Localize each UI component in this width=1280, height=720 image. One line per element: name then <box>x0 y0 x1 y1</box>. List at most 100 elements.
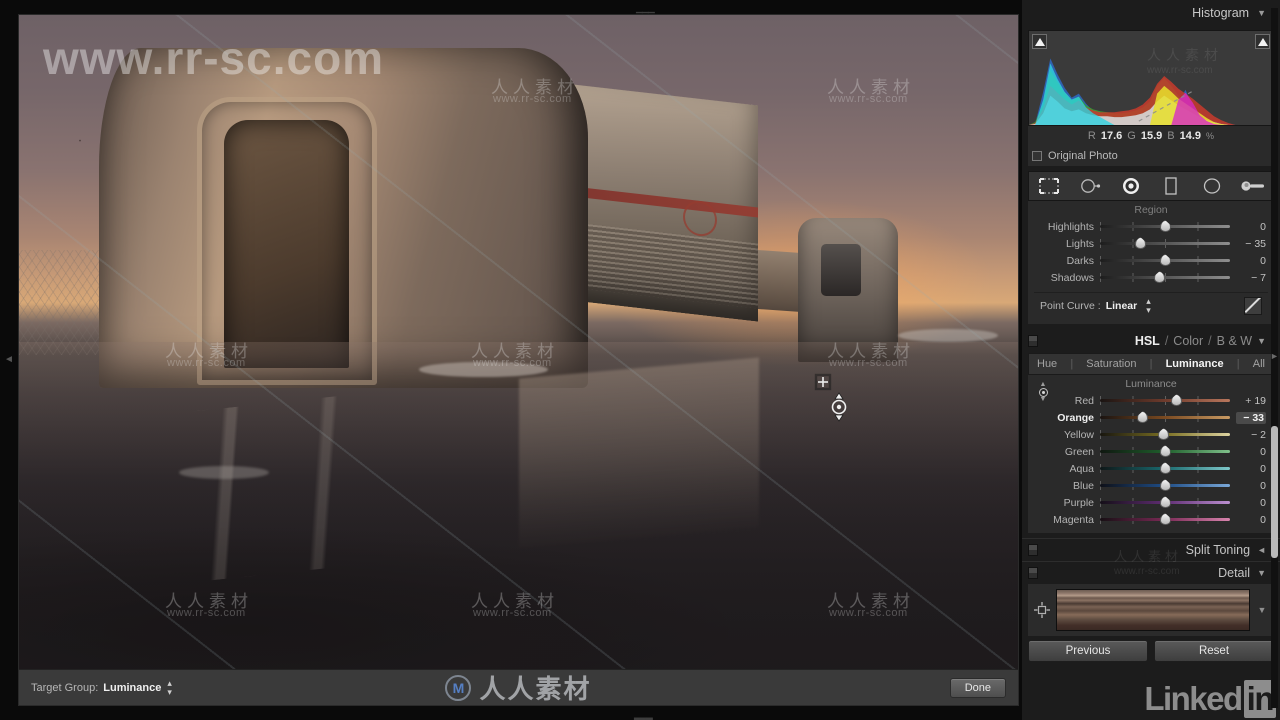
slider-row-orange[interactable]: Orange − 33 <box>1028 409 1274 426</box>
slider-track[interactable] <box>1100 513 1230 525</box>
triangle-down-icon[interactable]: ▼ <box>1257 336 1266 346</box>
detail-panel-body: ▼ <box>1028 584 1274 636</box>
triangle-down-icon[interactable]: ▼ <box>1254 605 1270 615</box>
slider-row-purple[interactable]: Purple 0 <box>1028 494 1274 511</box>
hsl-tab-color[interactable]: Color <box>1173 334 1203 348</box>
point-curve-value[interactable]: Linear <box>1106 300 1138 312</box>
left-panel-collapse-icon[interactable]: ◄ <box>4 350 14 368</box>
slider-value[interactable]: 0 <box>1236 497 1266 509</box>
slider-track[interactable] <box>1100 445 1230 457</box>
slider-row-shadows[interactable]: Shadows − 7 <box>1028 269 1274 286</box>
linkedin-watermark-text: Linked <box>1144 680 1243 717</box>
slider-row-magenta[interactable]: Magenta 0 <box>1028 511 1274 528</box>
hsl-tab-bw[interactable]: B & W <box>1217 334 1252 348</box>
up-down-stepper-icon[interactable]: ▴ ▾ <box>1146 296 1151 315</box>
sharpen-target-icon[interactable] <box>1032 600 1052 620</box>
slider-track[interactable] <box>1100 271 1230 283</box>
histogram-g-label: G <box>1127 130 1136 142</box>
top-panel-collapse-nub[interactable]: ▁▁▁ <box>636 3 655 14</box>
slider-value[interactable]: 0 <box>1236 221 1266 233</box>
slider-track[interactable] <box>1100 237 1230 249</box>
slider-track[interactable] <box>1100 411 1230 423</box>
slider-row-blue[interactable]: Blue 0 <box>1028 477 1274 494</box>
histogram-panel-header[interactable]: Histogram ▼ <box>1022 0 1280 26</box>
slider-value[interactable]: 0 <box>1236 463 1266 475</box>
original-photo-row[interactable]: Original Photo <box>1028 146 1274 166</box>
slider-track[interactable] <box>1100 428 1230 440</box>
slider-row-yellow[interactable]: Yellow − 2 <box>1028 426 1274 443</box>
hsl-separator: / <box>1208 334 1212 348</box>
slider-track[interactable] <box>1100 220 1230 232</box>
hsl-subtab-saturation[interactable]: Saturation <box>1086 358 1136 370</box>
hsl-panel-header[interactable]: HSL / Color / B & W ▼ <box>1022 329 1280 353</box>
slider-track[interactable] <box>1100 479 1230 491</box>
hsl-group-title: Luminance <box>1125 378 1177 390</box>
tone-curve-editor-icon[interactable] <box>1244 296 1262 315</box>
slider-label: Green <box>1064 445 1094 458</box>
slider-value[interactable]: 0 <box>1236 480 1266 492</box>
histogram-title: Histogram <box>1192 6 1250 20</box>
slider-value[interactable]: + 19 <box>1236 395 1266 407</box>
slider-value[interactable]: − 7 <box>1236 272 1266 284</box>
triangle-down-icon[interactable]: ▼ <box>1257 8 1266 18</box>
slider-track[interactable] <box>1100 394 1230 406</box>
slider-row-red[interactable]: Red + 19 <box>1028 392 1274 409</box>
slider-track[interactable] <box>1100 254 1230 266</box>
scrollbar-thumb[interactable] <box>1271 426 1278 558</box>
photo-canvas[interactable]: www.rr-sc.com 人人素材 www.rr-sc.com 人人素材 ww… <box>19 15 1018 669</box>
slider-label: Orange <box>1057 411 1094 424</box>
done-button[interactable]: Done <box>949 677 1006 698</box>
triangle-left-icon[interactable]: ◄ <box>1257 545 1266 555</box>
slider-row-highlights[interactable]: Highlights 0 <box>1028 218 1274 235</box>
spot-removal-icon[interactable] <box>1076 175 1104 197</box>
shadow-clipping-triangle-icon[interactable] <box>1032 34 1047 49</box>
triangle-down-icon[interactable]: ▼ <box>1257 568 1266 578</box>
right-panel-collapse-icon[interactable]: ► <box>1270 348 1279 364</box>
hsl-subtab-luminance[interactable]: Luminance <box>1166 358 1224 370</box>
local-adjustment-tool-row[interactable] <box>1028 171 1274 201</box>
bottom-filmstrip-collapse-nub[interactable]: ▂▂▂ <box>634 710 653 720</box>
original-photo-checkbox[interactable] <box>1032 151 1042 161</box>
photo-image <box>19 15 1018 669</box>
tone-curve-panel: Region Highlights 0 Lights − 35 Darks 0 … <box>1028 201 1274 324</box>
slider-row-lights[interactable]: Lights − 35 <box>1028 235 1274 252</box>
histogram-r-label: R <box>1087 130 1096 142</box>
slider-row-darks[interactable]: Darks 0 <box>1028 252 1274 269</box>
slider-value[interactable]: − 35 <box>1236 238 1266 250</box>
slider-value[interactable]: 0 <box>1236 255 1266 267</box>
slider-row-green[interactable]: Green 0 <box>1028 443 1274 460</box>
hsl-panel-switch[interactable] <box>1028 335 1038 347</box>
graduated-filter-icon[interactable] <box>1157 175 1185 197</box>
histogram-plot <box>1029 58 1273 125</box>
detail-zoom-preview[interactable] <box>1056 589 1250 631</box>
split-toning-panel-header[interactable]: Split Toning ◄ <box>1022 538 1280 561</box>
tab-divider: | <box>1070 358 1074 370</box>
radial-filter-icon[interactable] <box>1198 175 1226 197</box>
hsl-subtab-row[interactable]: Hue | Saturation | Luminance | All <box>1028 353 1274 375</box>
adjustment-brush-icon[interactable] <box>1239 175 1267 197</box>
slider-value[interactable]: 0 <box>1236 514 1266 526</box>
reset-button[interactable]: Reset <box>1154 640 1274 662</box>
highlight-clipping-triangle-icon[interactable] <box>1255 34 1270 49</box>
previous-button[interactable]: Previous <box>1028 640 1148 662</box>
slider-label: Yellow <box>1064 428 1094 441</box>
slider-row-aqua[interactable]: Aqua 0 <box>1028 460 1274 477</box>
tab-divider: | <box>1149 358 1153 370</box>
slider-track[interactable] <box>1100 462 1230 474</box>
hsl-subtab-hue[interactable]: Hue <box>1037 358 1057 370</box>
detail-panel-header[interactable]: Detail ▼ 人人素材 www.rr-sc.com <box>1022 549 1280 584</box>
red-eye-correction-icon[interactable] <box>1117 175 1145 197</box>
slider-value[interactable]: − 33 <box>1236 411 1266 424</box>
hsl-tab-hsl[interactable]: HSL <box>1135 334 1160 348</box>
slider-value[interactable]: − 2 <box>1236 429 1266 441</box>
hsl-subtab-all[interactable]: All <box>1253 358 1265 370</box>
histogram-chart[interactable]: 人人素材 www.rr-sc.com <box>1028 30 1274 126</box>
targeted-adjustment-tool-icon[interactable]: ▲ ▼ <box>1036 381 1050 403</box>
crop-overlay-icon[interactable] <box>1035 175 1063 197</box>
up-down-stepper-icon[interactable]: ▴ ▾ <box>167 678 172 697</box>
target-group-value[interactable]: Luminance <box>103 682 161 694</box>
slider-value[interactable]: 0 <box>1236 446 1266 458</box>
detail-panel-switch[interactable] <box>1028 567 1038 579</box>
split-toning-panel-switch[interactable] <box>1028 544 1038 556</box>
slider-track[interactable] <box>1100 496 1230 508</box>
